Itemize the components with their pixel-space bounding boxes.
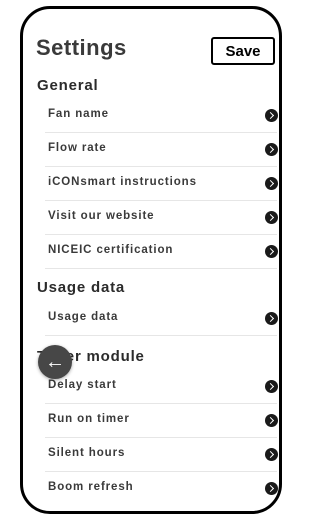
chevron-right-icon — [265, 177, 278, 190]
row-label: Flow rate — [48, 142, 107, 154]
row-label: Boom refresh — [48, 481, 134, 493]
row-label: Run on timer — [48, 413, 130, 425]
section-header-general: General — [37, 77, 99, 94]
settings-row-visit-website[interactable]: Visit our website — [45, 201, 278, 235]
row-label: Visit our website — [48, 210, 155, 222]
row-label: NICEIC certification — [48, 244, 174, 256]
chevron-right-icon — [265, 312, 278, 325]
arrow-left-icon: ← — [45, 351, 65, 373]
back-button[interactable]: ← — [38, 345, 72, 379]
settings-row-boom-refresh[interactable]: Boom refresh — [45, 472, 278, 506]
chevron-right-icon — [265, 414, 278, 427]
chevron-right-icon — [265, 109, 278, 122]
settings-row-fan-name[interactable]: Fan name — [45, 99, 278, 133]
phone-frame: Settings Save General Fan name Flow rate… — [20, 6, 282, 514]
settings-row-delay-start[interactable]: Delay start — [45, 370, 278, 404]
chevron-right-icon — [265, 448, 278, 461]
chevron-right-icon — [265, 245, 278, 258]
settings-row-niceic-certification[interactable]: NICEIC certification — [45, 235, 278, 269]
chevron-right-icon — [265, 482, 278, 495]
settings-row-iconsmart-instructions[interactable]: iCONsmart instructions — [45, 167, 278, 201]
settings-row-flow-rate[interactable]: Flow rate — [45, 133, 278, 167]
row-label: Silent hours — [48, 447, 126, 459]
row-label: Delay start — [48, 379, 117, 391]
row-label: Usage data — [48, 311, 119, 323]
save-button[interactable]: Save — [211, 37, 275, 65]
settings-row-silent-hours[interactable]: Silent hours — [45, 438, 278, 472]
settings-row-usage-data[interactable]: Usage data — [45, 302, 278, 336]
chevron-right-icon — [265, 380, 278, 393]
row-label: iCONsmart instructions — [48, 176, 197, 188]
settings-row-run-on-timer[interactable]: Run on timer — [45, 404, 278, 438]
row-label: Fan name — [48, 108, 109, 120]
page-title: Settings — [36, 35, 127, 60]
section-header-usage-data: Usage data — [37, 279, 126, 296]
chevron-right-icon — [265, 143, 278, 156]
chevron-right-icon — [265, 211, 278, 224]
